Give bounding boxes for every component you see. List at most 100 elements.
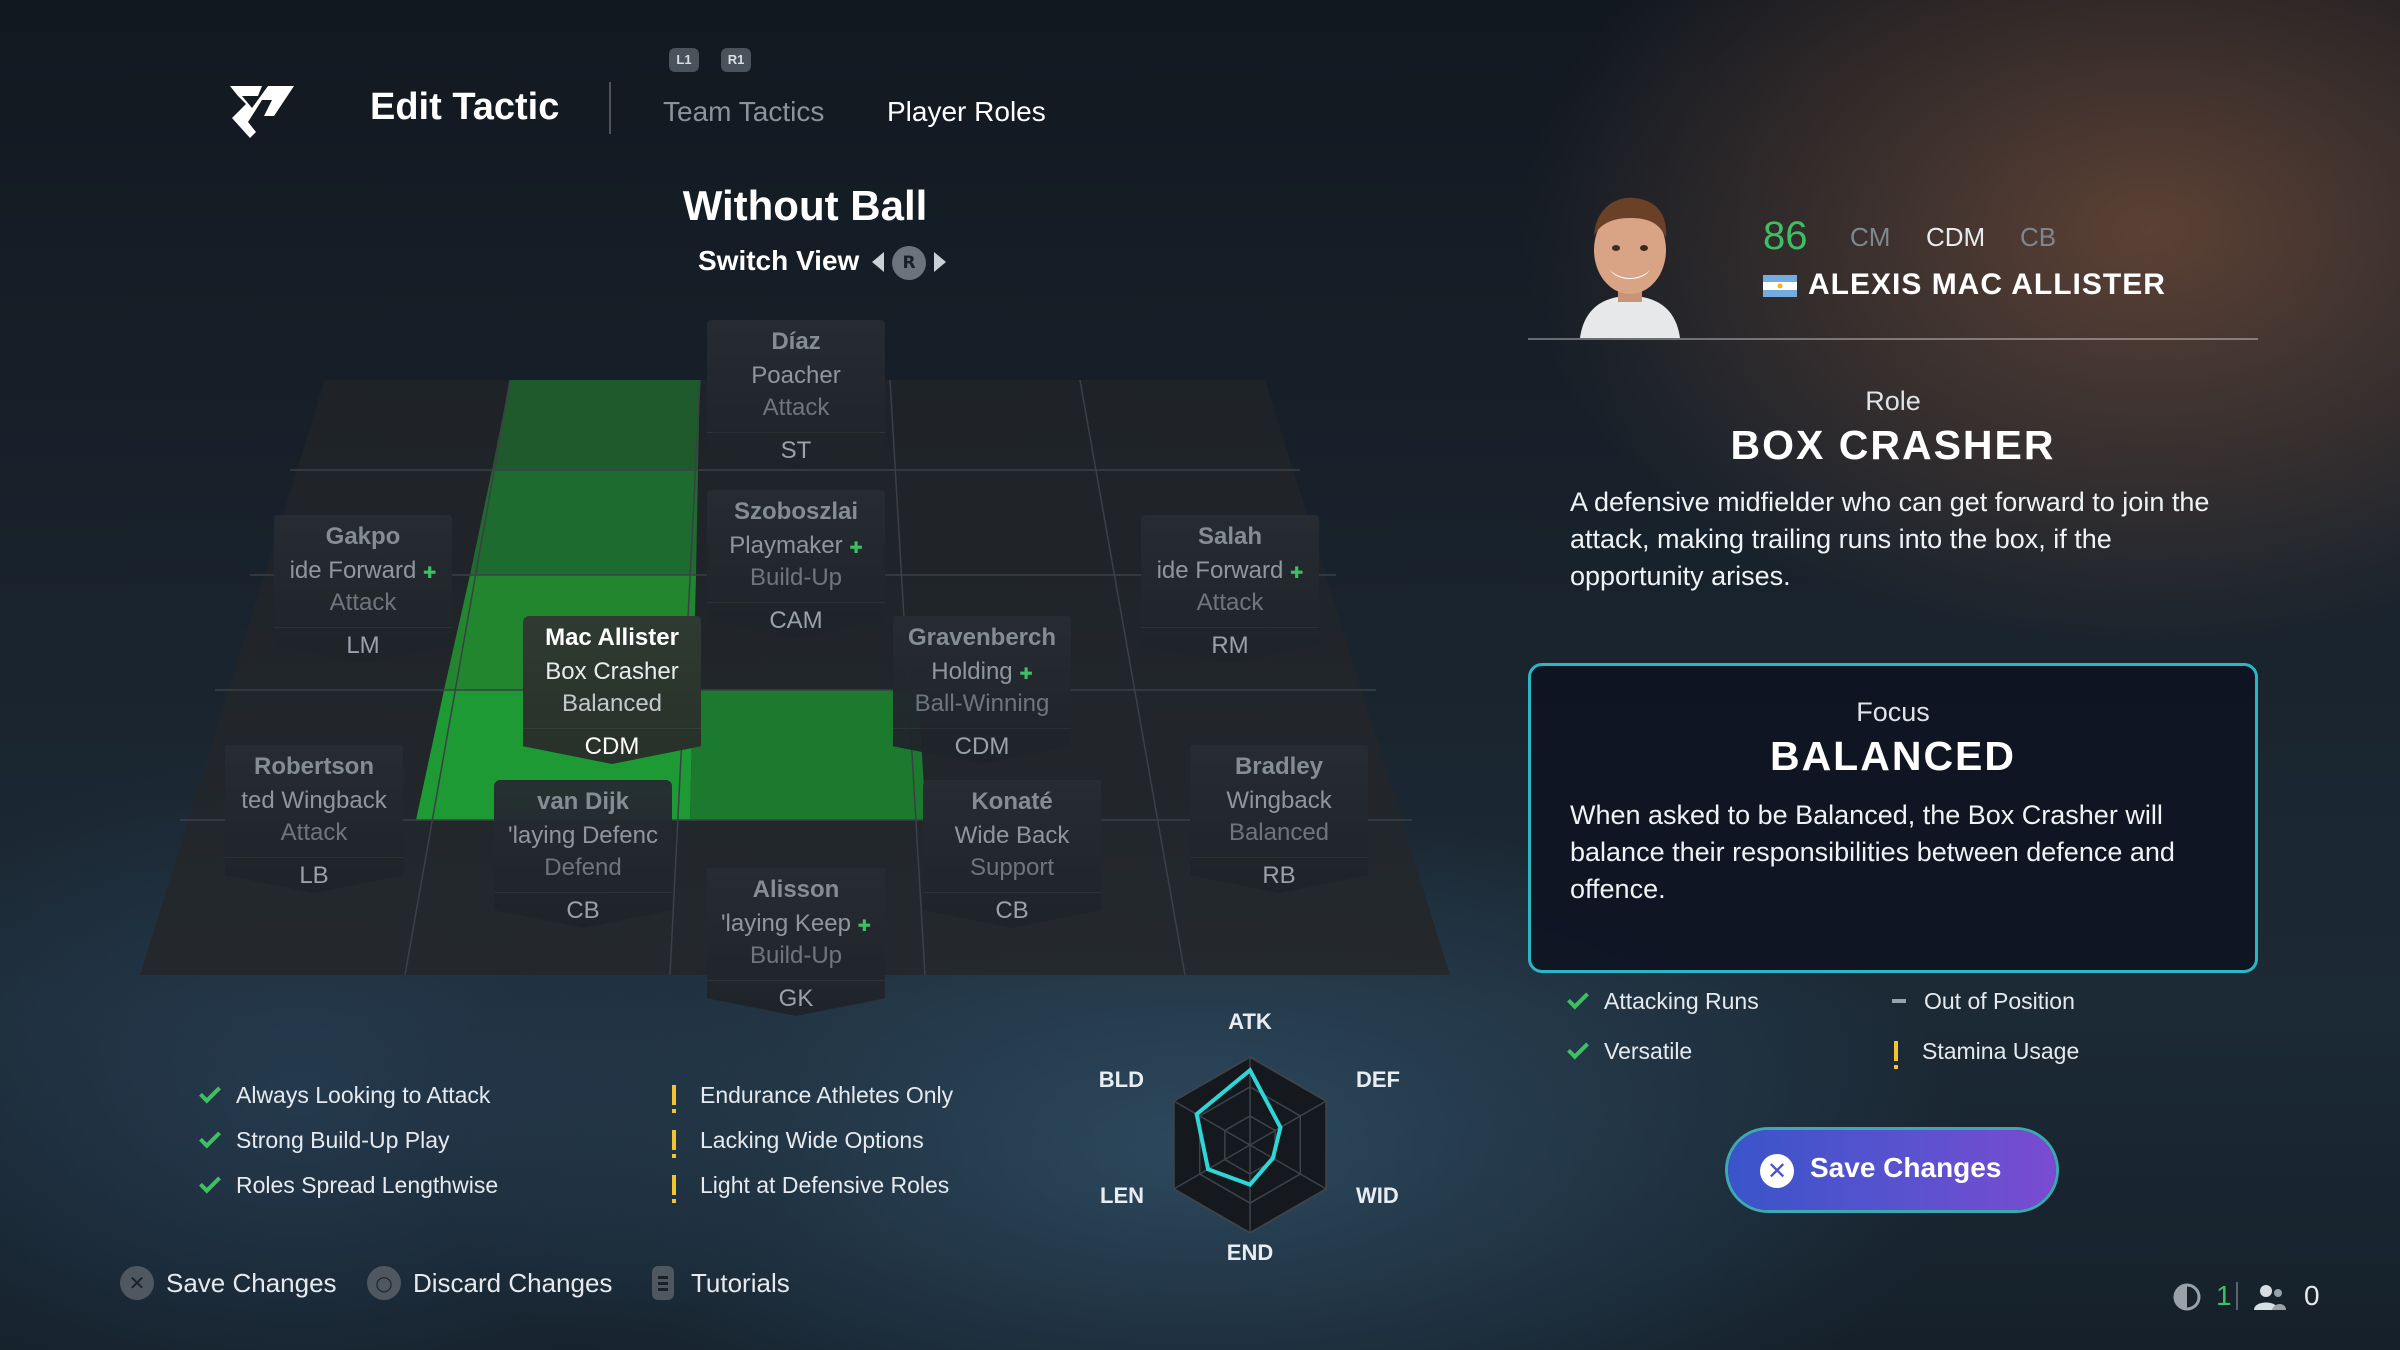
radar-label-len: LEN [1100, 1183, 1144, 1208]
warning-label: Light at Defensive Roles [700, 1172, 950, 1198]
chevron-left-icon[interactable] [872, 252, 884, 272]
player-card-van-dijk[interactable]: van Dijk 'laying Defenc Defend CB [494, 780, 672, 928]
r-stick-button-icon[interactable]: R [892, 246, 926, 280]
player-name: Szoboszlai [733, 498, 859, 525]
dash-icon [1892, 999, 1906, 1003]
plus-icon: ✚ [422, 565, 437, 582]
check-icon [199, 1171, 221, 1194]
player-role: ide Forward [289, 557, 417, 584]
focus-name[interactable]: BALANCED [1528, 733, 2258, 780]
footer-discard-label[interactable]: Discard Changes [413, 1268, 612, 1299]
check-icon [1567, 987, 1589, 1010]
list-item: Roles Spread Lengthwise [199, 1171, 498, 1199]
warning-icon [672, 1175, 676, 1203]
player-card-robertson[interactable]: Robertson ted Wingback Attack LB [225, 745, 403, 893]
r1-button-hint[interactable]: R1 [721, 48, 751, 72]
check-icon [1567, 1037, 1589, 1060]
check-icon [199, 1081, 221, 1104]
position-cm: CM [1850, 222, 1891, 252]
footer-tutorials-label[interactable]: Tutorials [691, 1268, 790, 1299]
player-focus: Attack [762, 394, 830, 421]
player-card-salah[interactable]: Salah ide Forward ✚ Attack RM [1141, 515, 1319, 663]
tab-player-roles[interactable]: Player Roles [887, 96, 1046, 128]
player-name: van Dijk [536, 788, 630, 815]
plus-icon: ✚ [849, 540, 863, 557]
player-focus: Balanced [561, 690, 663, 717]
friends-icon [2254, 1285, 2286, 1310]
player-rating: 86 [1763, 214, 1808, 258]
tab-team-tactics[interactable]: Team Tactics [663, 96, 824, 128]
player-name-heading: ALEXIS MAC ALLISTER [1808, 268, 2166, 301]
list-item: Always Looking to Attack [199, 1081, 491, 1109]
plus-icon: ✚ [1019, 666, 1033, 683]
warning-icon [672, 1130, 676, 1158]
strength-label: Strong Build-Up Play [236, 1127, 450, 1153]
player-role: Playmaker [729, 532, 843, 559]
player-name: Díaz [771, 328, 821, 355]
l1-button-hint[interactable]: L1 [669, 48, 699, 72]
list-item: Endurance Athletes Only [664, 1082, 953, 1113]
player-card-szoboszlai[interactable]: Szoboszlai Playmaker ✚ Build-Up CAM [707, 490, 885, 638]
player-role: 'laying Defenc [508, 822, 658, 849]
network-count: 1 [2216, 1280, 2232, 1311]
player-card-bradley[interactable]: Bradley Wingback Balanced RB [1190, 745, 1368, 893]
player-card-alisson[interactable]: Alisson 'laying Keep ✚ Build-Up GK [707, 868, 885, 1016]
player-position: GK [707, 980, 885, 1013]
player-role: Wide Back [954, 822, 1070, 849]
strength-label: Always Looking to Attack [236, 1082, 491, 1108]
chevron-right-icon[interactable] [934, 252, 946, 272]
argentina-flag-icon [1763, 275, 1797, 297]
player-name: Bradley [1234, 753, 1324, 780]
trait-label: Stamina Usage [1922, 1038, 2080, 1064]
panel-divider [1528, 338, 2258, 340]
player-name: Gakpo [325, 523, 401, 550]
player-focus: Defend [544, 854, 622, 881]
position-cb: CB [2020, 222, 2057, 252]
player-focus: Support [969, 854, 1055, 881]
warning-label: Lacking Wide Options [700, 1127, 924, 1153]
radar-label-atk: ATK [1228, 1009, 1272, 1034]
player-name: Konaté [971, 788, 1053, 815]
player-role: 'laying Keep [720, 910, 851, 937]
player-focus: Balanced [1228, 819, 1330, 846]
trait-label: Out of Position [1924, 988, 2075, 1014]
options-button-icon[interactable] [652, 1266, 674, 1300]
player-focus: Attack [280, 819, 348, 846]
player-focus: Attack [1196, 589, 1264, 616]
plus-icon: ✚ [857, 918, 872, 935]
role-name[interactable]: BOX CRASHER [1528, 422, 2258, 469]
trait-item: Attacking Runs [1567, 987, 1759, 1015]
page-title: Edit Tactic [370, 86, 560, 128]
fc-logo [230, 86, 294, 138]
list-item: Lacking Wide Options [664, 1127, 924, 1158]
focus-description: When asked to be Balanced, the Box Crash… [1570, 800, 2175, 904]
player-role: Wingback [1226, 787, 1332, 814]
player-card-mac-allister[interactable]: Mac Allister Box Crasher Balanced CDM [523, 616, 701, 764]
player-role: Holding [931, 658, 1013, 685]
player-card-konate[interactable]: Konaté Wide Back Support CB [923, 780, 1101, 928]
circle-button-icon[interactable]: ○ [367, 1266, 401, 1300]
player-focus: Build-Up [749, 942, 843, 969]
status-divider [2236, 1282, 2238, 1310]
trait-item: Versatile [1567, 1037, 1693, 1065]
role-label: Role [1865, 386, 1921, 416]
player-focus: Ball-Winning [914, 690, 1050, 717]
player-card-gravenberch[interactable]: Gravenberch Holding ✚ Ball-Winning CDM [893, 616, 1071, 764]
switch-view-label[interactable]: Switch View [698, 245, 859, 277]
radar-label-bld: BLD [1099, 1067, 1144, 1092]
save-changes-label: Save Changes [1810, 1152, 2002, 1183]
radar-label-def: DEF [1356, 1067, 1400, 1092]
cross-button-icon[interactable]: ✕ [120, 1266, 154, 1300]
player-card-diaz[interactable]: Díaz Poacher Attack ST [707, 320, 885, 468]
player-card-gakpo[interactable]: Gakpo ide Forward ✚ Attack LM [274, 515, 452, 663]
header-divider [609, 82, 611, 134]
player-role: Box Crasher [545, 658, 679, 685]
player-focus: Build-Up [749, 564, 843, 591]
player-name: Robertson [254, 753, 374, 780]
trait-label: Versatile [1604, 1038, 1693, 1064]
footer-save-label[interactable]: Save Changes [166, 1268, 337, 1299]
network-icon [2173, 1283, 2201, 1311]
player-name: Salah [1197, 523, 1263, 550]
friends-count: 0 [2304, 1280, 2320, 1311]
player-name: Gravenberch [907, 624, 1057, 651]
